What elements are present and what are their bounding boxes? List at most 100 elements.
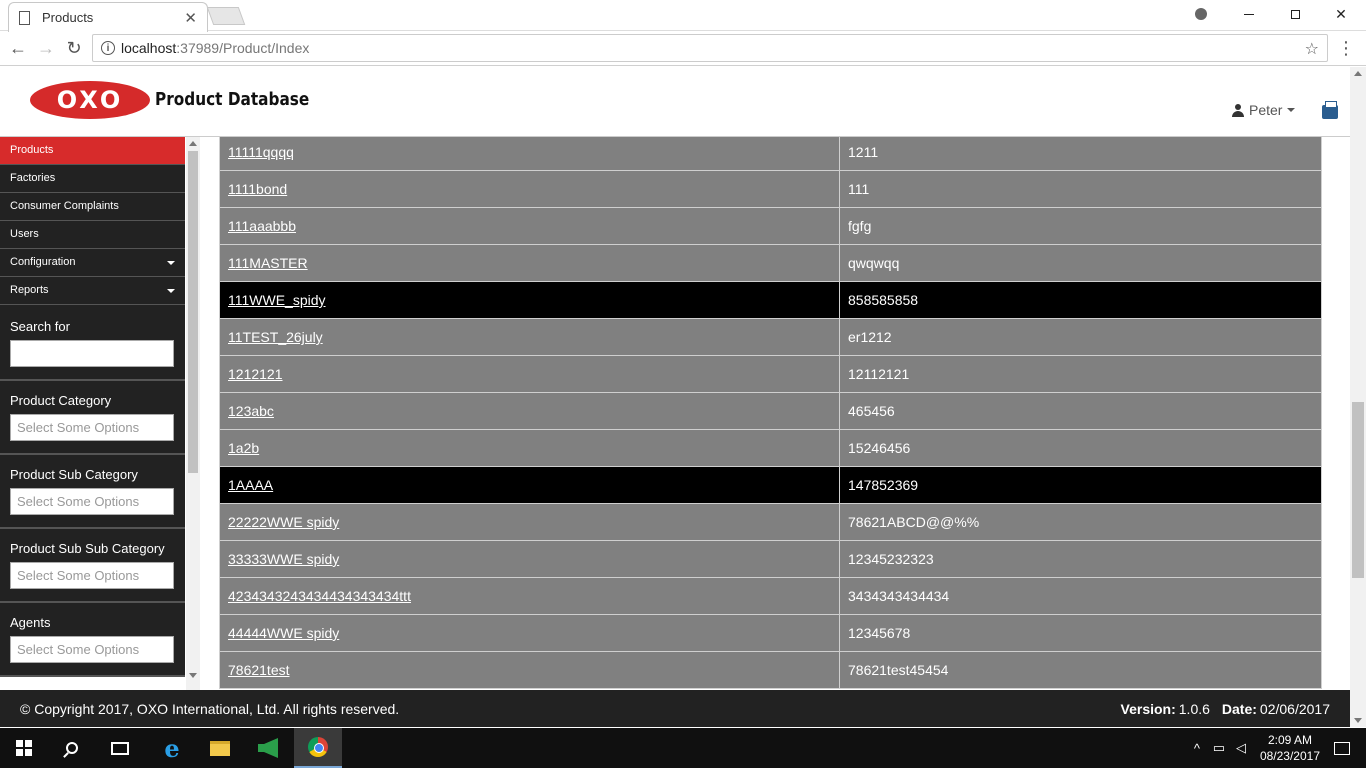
product-link[interactable]: 44444WWE spidy: [228, 625, 339, 641]
scroll-up-icon[interactable]: [1354, 71, 1362, 76]
product-code: qwqwqq: [839, 244, 1322, 282]
product-link[interactable]: 111MASTER: [228, 255, 308, 271]
table-row: 78621test 78621test45454: [219, 651, 1322, 689]
sidebar-item-products[interactable]: Products: [0, 137, 185, 165]
scrollbar-thumb[interactable]: [188, 151, 198, 473]
scroll-up-icon[interactable]: [189, 141, 197, 146]
bookmark-star-icon[interactable]: ☆: [1305, 39, 1319, 59]
filter-label: Agents: [10, 615, 51, 630]
product-code: 78621ABCD@@%%: [839, 503, 1322, 541]
product-link[interactable]: 33333WWE spidy: [228, 551, 339, 567]
products-table: 11111qqqq 1211 1111bond 111 111aaabbb fgfg …: [219, 137, 1322, 689]
clock[interactable]: 2:09 AM 08/23/2017: [1260, 732, 1320, 764]
date-value: 02/06/2017: [1259, 700, 1330, 717]
product-link[interactable]: 111WWE_spidy: [228, 292, 326, 308]
product-category-select[interactable]: Select Some Options: [10, 414, 174, 441]
sidebar-item-label: Consumer Complaints: [10, 200, 119, 212]
user-menu[interactable]: Peter: [1232, 102, 1296, 118]
product-link[interactable]: 1212121: [228, 366, 283, 382]
product-link[interactable]: 4234343243434434343434ttt: [228, 588, 411, 604]
address-bar[interactable]: i localhost:37989/Product/Index ☆: [92, 34, 1328, 62]
agents-select[interactable]: Select Some Options: [10, 636, 174, 663]
sidebar-item-label: Users: [10, 228, 39, 240]
menu-icon[interactable]: ⋮: [1334, 36, 1358, 60]
product-link[interactable]: 1111bond: [228, 181, 287, 197]
product-code: 465456: [839, 392, 1322, 430]
product-code: 1211: [839, 137, 1322, 171]
info-icon[interactable]: i: [101, 41, 115, 55]
tab-close-icon[interactable]: ✕: [184, 9, 197, 27]
close-window-icon[interactable]: ✕: [1318, 0, 1364, 28]
product-code: 12112121: [839, 355, 1322, 393]
volume-muted-icon[interactable]: ◁: [1230, 740, 1252, 756]
scroll-down-icon[interactable]: [189, 673, 197, 678]
page-icon: [19, 10, 30, 25]
sidebar-item-users[interactable]: Users: [0, 221, 185, 249]
tab-title: Products: [42, 10, 94, 25]
sidebar-nav: Products Factories Consumer Complaints U…: [0, 137, 185, 305]
table-row: 33333WWE spidy 12345232323: [219, 540, 1322, 578]
product-link[interactable]: 22222WWE spidy: [228, 514, 339, 530]
copyright-text: © Copyright 2017, OXO International, Ltd…: [20, 700, 400, 717]
product-code: 78621test45454: [839, 651, 1322, 689]
search-label: Search for: [10, 319, 70, 334]
table-row: 1a2b 15246456: [219, 429, 1322, 467]
product-code: fgfg: [839, 207, 1322, 245]
product-link[interactable]: 123abc: [228, 403, 274, 419]
agents-filter: Agents Select Some Options: [0, 603, 185, 677]
visual-studio-icon: [258, 738, 278, 758]
minimize-icon[interactable]: [1226, 0, 1272, 28]
visual-studio-button[interactable]: [244, 728, 292, 768]
chrome-button[interactable]: [294, 728, 342, 768]
product-link[interactable]: 1a2b: [228, 440, 259, 456]
task-view-button[interactable]: [96, 728, 144, 768]
file-explorer-button[interactable]: [196, 728, 244, 768]
restore-icon[interactable]: [1272, 0, 1318, 28]
product-code: 12345232323: [839, 540, 1322, 578]
page-scrollbar[interactable]: [1350, 67, 1366, 727]
product-link[interactable]: 111aaabbb: [228, 218, 296, 234]
back-icon[interactable]: ←: [6, 36, 30, 60]
browser-tab[interactable]: Products ✕: [8, 2, 208, 32]
network-icon[interactable]: ▭: [1208, 740, 1230, 756]
notifications-icon[interactable]: [1334, 741, 1350, 755]
url-path: :37989/Product/Index: [176, 40, 310, 56]
browser-tab-bar: Products ✕ ✕: [0, 0, 1366, 32]
product-link[interactable]: 11111qqqq: [228, 144, 294, 160]
product-code: 12345678: [839, 614, 1322, 652]
sidebar-item-configuration[interactable]: Configuration: [0, 249, 185, 277]
start-button[interactable]: [0, 728, 48, 768]
product-sub-category-select[interactable]: Select Some Options: [10, 488, 174, 515]
app-title: Product Database: [155, 89, 310, 110]
sidebar-item-factories[interactable]: Factories: [0, 165, 185, 193]
sidebar-item-consumer-complaints[interactable]: Consumer Complaints: [0, 193, 185, 221]
filter-label: Product Category: [10, 393, 112, 408]
date-label: Date:: [1221, 700, 1257, 717]
version-label: Version:: [1120, 700, 1176, 717]
search-input[interactable]: [10, 340, 174, 367]
internet-explorer-icon: e: [164, 733, 180, 763]
reload-icon[interactable]: ↻: [62, 36, 86, 60]
product-link[interactable]: 11TEST_26july: [228, 329, 323, 345]
scroll-down-icon[interactable]: [1354, 718, 1362, 723]
product-link[interactable]: 78621test: [228, 662, 290, 678]
oxo-logo[interactable]: OXO: [30, 81, 150, 119]
scrollbar-thumb[interactable]: [1352, 402, 1364, 578]
chevron-up-icon[interactable]: ^: [1186, 741, 1208, 756]
product-sub-sub-category-filter: Product Sub Sub Category Select Some Opt…: [0, 529, 185, 603]
product-sub-sub-category-select[interactable]: Select Some Options: [10, 562, 174, 589]
table-row: 111aaabbb fgfg: [219, 207, 1322, 245]
internet-explorer-button[interactable]: e: [148, 728, 196, 768]
product-code: 111: [839, 170, 1322, 208]
sidebar-item-reports[interactable]: Reports: [0, 277, 185, 305]
profile-icon[interactable]: [1178, 0, 1224, 28]
search-button[interactable]: [48, 728, 96, 768]
sidebar-scrollbar[interactable]: [186, 137, 200, 690]
product-link[interactable]: 1AAAA: [228, 477, 273, 493]
forward-icon[interactable]: →: [34, 36, 58, 60]
user-name: Peter: [1249, 102, 1283, 118]
new-tab-button[interactable]: [206, 7, 246, 25]
print-icon[interactable]: [1322, 101, 1338, 119]
system-tray: ^ ▭ ◁ 2:09 AM 08/23/2017: [1186, 728, 1366, 768]
user-icon: [1232, 103, 1244, 117]
